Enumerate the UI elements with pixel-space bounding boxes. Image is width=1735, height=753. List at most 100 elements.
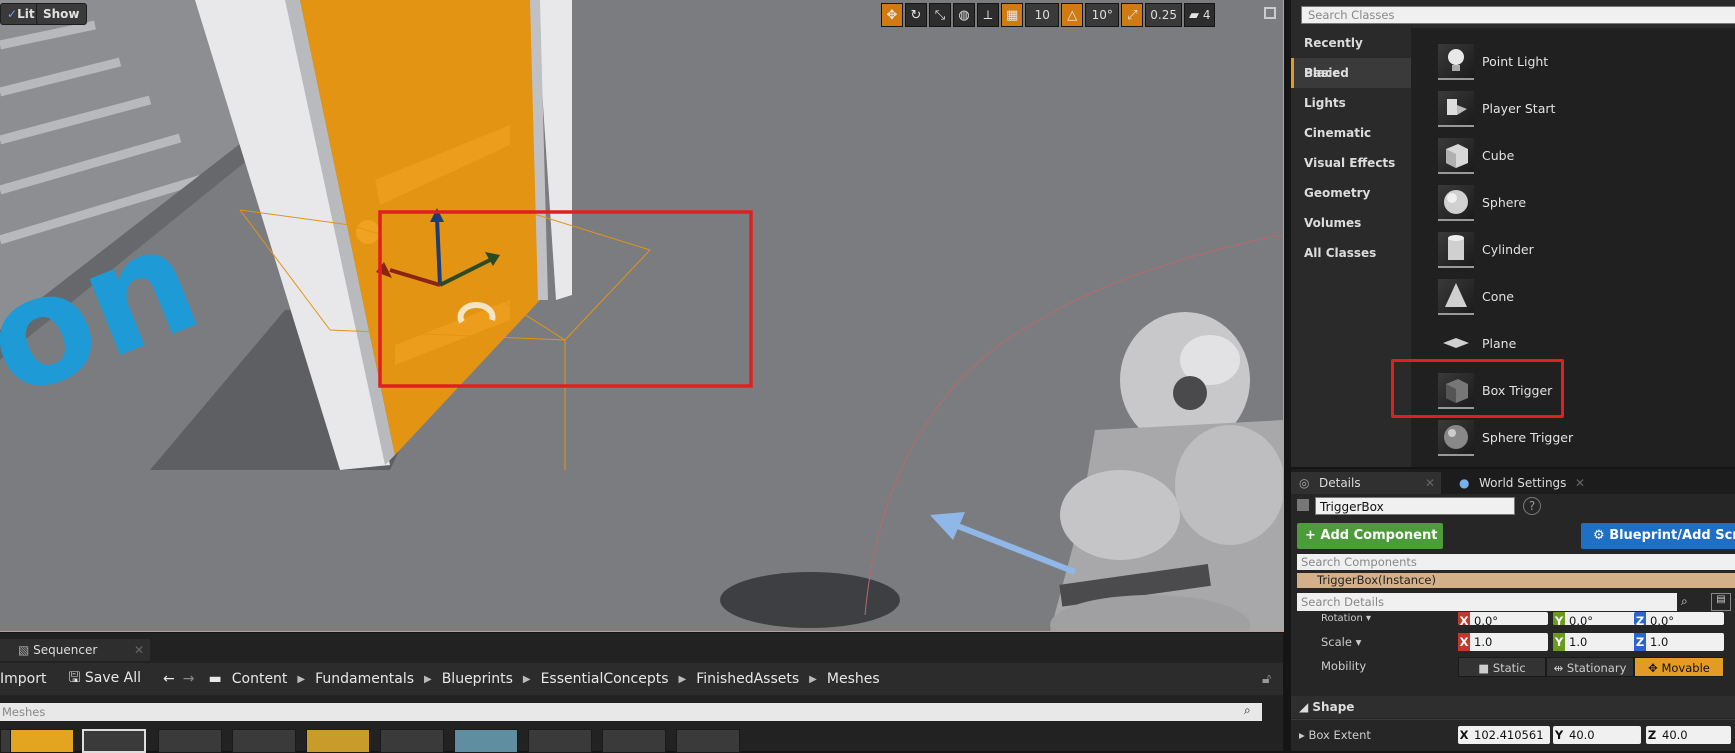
movable-icon: ✥ — [1648, 661, 1662, 675]
asset-thumbnail[interactable] — [306, 729, 370, 753]
import-button[interactable]: Import — [0, 671, 46, 687]
asset-thumbnail[interactable] — [528, 729, 592, 753]
maximize-viewport-icon[interactable] — [1264, 7, 1276, 19]
asset-thumbnail[interactable] — [10, 729, 74, 753]
surface-snap-button[interactable]: ⟂ — [977, 3, 999, 27]
scale-label[interactable]: Scale ▾ — [1321, 635, 1361, 649]
class-item-sphere[interactable]: Sphere — [1411, 179, 1735, 226]
class-item-cylinder[interactable]: Cylinder — [1411, 226, 1735, 273]
asset-thumbnail[interactable] — [454, 729, 518, 753]
scale-mode-button[interactable]: ⤡ — [929, 3, 951, 27]
place-actors-panel: Search Classes Recently Placed Basic Lig… — [1291, 0, 1735, 467]
asset-thumbnail[interactable] — [232, 729, 296, 753]
content-search-input[interactable]: Meshes — [0, 703, 1262, 721]
box-extent-x-value: 102.410561 — [1474, 728, 1544, 742]
rotate-mode-button[interactable]: ↻ — [905, 3, 927, 27]
class-item-cone[interactable]: Cone — [1411, 273, 1735, 320]
breadcrumb-meshes[interactable]: Meshes — [827, 671, 880, 687]
close-tab-icon[interactable]: ✕ — [1575, 472, 1585, 494]
breadcrumb-essentialconcepts[interactable]: EssentialConcepts — [541, 671, 669, 687]
view-options-icon[interactable]: ▤ — [1711, 593, 1731, 611]
grid-snap-toggle[interactable]: ▦ — [1001, 3, 1024, 27]
back-arrow-icon[interactable]: ← — [163, 671, 175, 687]
box-extent-y-value: 40.0 — [1569, 728, 1595, 742]
box-extent-y-field[interactable]: Y 40.0 — [1553, 726, 1641, 744]
category-geometry[interactable]: Geometry — [1291, 178, 1411, 208]
asset-thumbnail[interactable] — [676, 729, 740, 753]
translate-icon: ✥ — [886, 7, 898, 23]
mobility-stationary-button[interactable]: ⇹ Stationary — [1546, 657, 1634, 677]
rotation-snap-value[interactable]: 10° — [1085, 3, 1120, 27]
box-extent-z-field[interactable]: Z 40.0 — [1646, 726, 1731, 744]
mobility-movable-button[interactable]: ✥ Movable — [1634, 657, 1724, 677]
save-all-button[interactable]: 🖫 Save All — [68, 667, 141, 691]
breadcrumb-blueprints[interactable]: Blueprints — [442, 671, 513, 687]
category-cinematic[interactable]: Cinematic — [1291, 118, 1411, 148]
close-tab-icon[interactable]: ✕ — [134, 639, 144, 661]
breadcrumb-fundamentals[interactable]: Fundamentals — [315, 671, 414, 687]
category-volumes[interactable]: Volumes — [1291, 208, 1411, 238]
category-visual-effects[interactable]: Visual Effects — [1291, 148, 1411, 178]
breadcrumb-content[interactable]: Content — [232, 671, 288, 687]
rotation-z-field[interactable]: Z 0.0° — [1634, 612, 1724, 625]
x-axis-label: X — [1458, 633, 1470, 651]
close-tab-icon[interactable]: ✕ — [1425, 472, 1435, 494]
asset-thumbnail[interactable] — [602, 729, 666, 753]
camera-icon: ▰ — [1189, 7, 1200, 23]
details-panel: ◎ Details ✕ ● World Settings ✕ TriggerBo… — [1291, 469, 1735, 751]
rotation-snap-toggle[interactable]: △ — [1061, 3, 1084, 27]
scale-y-field[interactable]: Y 1.0 — [1553, 633, 1643, 651]
search-icon: ⌕ — [1681, 594, 1688, 608]
level-viewport[interactable]: on ✓Lit Show ✥ ↻ ⤡ ◍ ⟂ ▦ 10 △ 10° ⤢ 0.25… — [0, 0, 1284, 632]
mobility-label: Mobility — [1321, 659, 1367, 673]
breadcrumb-finishedassets[interactable]: FinishedAssets — [696, 671, 799, 687]
forward-arrow-icon[interactable]: → — [183, 671, 195, 687]
scale-z-field[interactable]: Z 1.0 — [1634, 633, 1724, 651]
breadcrumb-separator-icon: ▶ — [522, 673, 531, 685]
class-item-player-start[interactable]: Player Start — [1411, 85, 1735, 132]
box-extent-x-field[interactable]: X 102.410561 — [1458, 726, 1550, 744]
add-component-button[interactable]: + Add Component ▾ — [1297, 523, 1443, 569]
help-icon[interactable]: ? — [1523, 497, 1541, 515]
box-extent-label[interactable]: ▸ Box Extent — [1299, 728, 1371, 742]
category-basic[interactable]: Basic — [1291, 58, 1411, 88]
tab-details[interactable]: ◎ Details ✕ — [1291, 472, 1441, 494]
search-classes-input[interactable]: Search Classes — [1301, 6, 1735, 24]
scene-render[interactable]: on — [0, 0, 1284, 632]
category-all-classes[interactable]: All Classes — [1291, 238, 1411, 268]
lock-icon[interactable]: 🔓︎ — [1262, 671, 1271, 687]
grid-snap-value[interactable]: 10 — [1025, 3, 1060, 27]
shape-section-header[interactable]: ◢ Shape — [1291, 696, 1735, 718]
category-lights[interactable]: Lights — [1291, 88, 1411, 118]
scale-x-field[interactable]: X 1.0 — [1458, 633, 1548, 651]
class-item-sphere-trigger[interactable]: Sphere Trigger — [1411, 414, 1735, 461]
class-item-point-light[interactable]: Point Light — [1411, 38, 1735, 85]
asset-thumbnail[interactable] — [158, 729, 222, 753]
scale-snap-value[interactable]: 0.25 — [1145, 3, 1183, 27]
search-components-input[interactable]: Search Components — [1297, 554, 1735, 570]
show-button[interactable]: Show — [36, 3, 87, 25]
z-axis-label: Z — [1634, 612, 1646, 625]
actor-name-field[interactable]: TriggerBox — [1315, 497, 1515, 515]
component-instance-row[interactable]: TriggerBox(Instance) — [1297, 573, 1735, 588]
world-local-button[interactable]: ◍ — [953, 3, 975, 27]
splitter[interactable] — [1283, 633, 1291, 751]
asset-thumbnail[interactable] — [82, 729, 146, 753]
mobility-static-button[interactable]: ■ Static — [1458, 657, 1546, 677]
class-item-cube[interactable]: Cube — [1411, 132, 1735, 179]
blueprint-add-script-button[interactable]: ⚙ Blueprint/Add Script — [1581, 523, 1735, 549]
camera-speed-button[interactable]: ▰ 4 — [1184, 3, 1216, 27]
tab-sequencer[interactable]: ▧ Sequencer ✕ — [0, 639, 150, 661]
scale-snap-toggle[interactable]: ⤢ — [1121, 3, 1144, 27]
rotation-y-field[interactable]: Y 0.0° — [1553, 612, 1643, 625]
blueprint-icon: ⚙ — [1593, 528, 1610, 543]
category-recently-placed[interactable]: Recently Placed — [1291, 28, 1411, 80]
asset-thumbnail[interactable] — [380, 729, 444, 753]
tab-world-settings[interactable]: ● World Settings ✕ — [1451, 472, 1591, 494]
z-axis-label: Z — [1634, 633, 1646, 651]
class-label: Cone — [1482, 289, 1514, 304]
surface-snap-icon: ⟂ — [983, 7, 993, 23]
rotation-x-field[interactable]: X 0.0° — [1458, 612, 1548, 625]
translate-mode-button[interactable]: ✥ — [881, 3, 903, 27]
search-details-input[interactable]: Search Details — [1297, 593, 1677, 611]
